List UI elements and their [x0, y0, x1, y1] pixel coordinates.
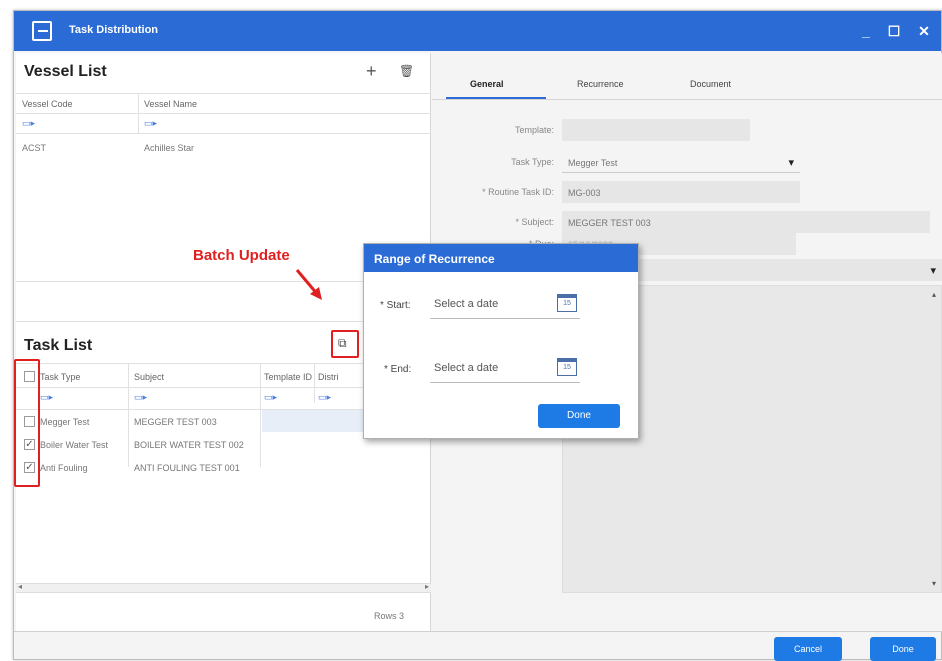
tab-general[interactable]: General	[470, 79, 504, 89]
calendar-icon[interactable]: 15	[557, 358, 577, 376]
filter-icon[interactable]: ▭▸	[144, 118, 157, 129]
divider	[16, 113, 431, 114]
filter-icon[interactable]: ▭▸	[318, 392, 331, 403]
subject-cell[interactable]: MEGGER TEST 003	[134, 417, 217, 427]
task-type-cell[interactable]: Boiler Water Test	[40, 440, 108, 450]
column-header-vessel-code[interactable]: Vessel Code	[22, 99, 73, 109]
filter-icon[interactable]: ▭▸	[22, 118, 35, 129]
copy-icon[interactable]: ⧉	[338, 336, 347, 351]
column-header-subject[interactable]: Subject	[134, 372, 164, 382]
delete-icon[interactable]: 🗑	[399, 64, 414, 78]
task-type-cell[interactable]: Megger Test	[40, 417, 89, 427]
divider	[430, 382, 580, 383]
dialog-title: Range of Recurrence	[364, 244, 638, 272]
routine-task-id-label: * Routine Task ID:	[482, 187, 554, 197]
maximize-icon[interactable]: ☐	[882, 19, 906, 43]
start-date-input[interactable]: Select a date	[434, 298, 498, 310]
divider	[14, 631, 942, 632]
subject-field[interactable]: MEGGER TEST 003	[562, 211, 930, 233]
minimize-icon[interactable]: _	[854, 19, 878, 43]
column-header-task-type[interactable]: Task Type	[40, 372, 80, 382]
window-title: Task Distribution	[69, 24, 159, 36]
task-type-value: Megger Test	[568, 158, 618, 168]
scroll-down-icon[interactable]: ▾	[932, 579, 936, 588]
vessel-list-title: Vessel List	[24, 63, 107, 80]
divider	[432, 99, 942, 100]
column-header-template-id[interactable]: Template ID	[264, 372, 312, 382]
subject-label: * Subject:	[515, 217, 554, 227]
annotation-arrow-icon	[295, 269, 322, 300]
start-label: * Start:	[380, 300, 411, 311]
divider	[430, 318, 580, 319]
end-label: * End:	[384, 364, 412, 375]
column-header-distribution[interactable]: Distri	[318, 372, 339, 382]
app-icon	[32, 21, 52, 41]
task-type-select[interactable]: Megger Test ▾	[562, 151, 800, 173]
scroll-up-icon[interactable]: ▴	[932, 290, 936, 299]
range-of-recurrence-dialog: Range of Recurrence * Start: Select a da…	[363, 243, 639, 439]
close-icon[interactable]: ✕	[912, 19, 936, 43]
divider	[16, 387, 376, 388]
title-bar: Task Distribution _ ☐ ✕	[14, 11, 941, 51]
vessel-name-cell[interactable]: Achilles Star	[144, 143, 194, 153]
divider	[128, 363, 129, 467]
divider	[260, 363, 261, 467]
batch-update-annotation: Batch Update	[193, 247, 290, 264]
subject-cell[interactable]: ANTI FOULING TEST 001	[134, 463, 240, 473]
chevron-down-icon: ▾	[930, 265, 936, 277]
selected-cell-highlight	[262, 410, 376, 432]
tab-document[interactable]: Document	[690, 79, 731, 89]
template-field[interactable]	[562, 119, 750, 141]
calendar-icon[interactable]: 15	[557, 294, 577, 312]
rows-count: Rows 3	[374, 611, 405, 621]
divider	[314, 363, 315, 403]
chevron-down-icon: ▾	[788, 157, 794, 169]
filter-icon[interactable]: ▭▸	[40, 392, 53, 403]
subject-cell[interactable]: BOILER WATER TEST 002	[134, 440, 244, 450]
filter-icon[interactable]: ▭▸	[134, 392, 147, 403]
done-button[interactable]: Done	[870, 637, 936, 661]
cancel-button[interactable]: Cancel	[774, 637, 842, 661]
tab-recurrence[interactable]: Recurrence	[577, 79, 624, 89]
divider	[16, 133, 431, 134]
add-icon[interactable]: +	[366, 61, 377, 82]
horizontal-scrollbar[interactable]: ◂ ▸	[16, 582, 431, 593]
filter-icon[interactable]: ▭▸	[264, 392, 277, 403]
dialog-done-button[interactable]: Done	[538, 404, 620, 428]
template-label: Template:	[514, 125, 554, 135]
column-header-vessel-name[interactable]: Vessel Name	[144, 99, 197, 109]
task-type-label: Task Type:	[511, 157, 554, 167]
divider	[16, 93, 431, 94]
vessel-code-cell[interactable]: ACST	[22, 143, 46, 153]
end-date-input[interactable]: Select a date	[434, 362, 498, 374]
checkbox-column-highlight	[14, 359, 40, 487]
scroll-right-icon[interactable]: ▸	[425, 582, 429, 591]
task-list-title: Task List	[24, 337, 93, 354]
task-type-cell[interactable]: Anti Fouling	[40, 463, 88, 473]
routine-task-id-field[interactable]: MG-003	[562, 181, 800, 203]
scroll-left-icon[interactable]: ◂	[18, 582, 22, 591]
